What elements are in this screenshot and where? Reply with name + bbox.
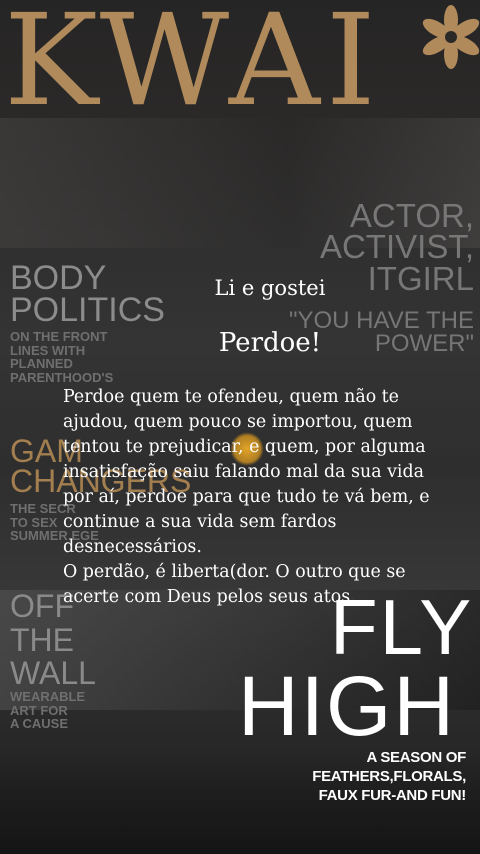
- post-paragraph-2: O perdão, é liberta(dor. O outro que se …: [63, 562, 406, 607]
- fly-high-subtext: A SEASON OF FEATHERS,FLORALS, FAUX FUR-A…: [312, 749, 466, 804]
- asterisk-flower-icon: [422, 5, 480, 69]
- off-the-wall-subtext: WEARABLE ART FOR A CAUSE: [10, 689, 86, 732]
- kwai-logo-text: KWAI: [4, 0, 382, 134]
- post-title: Perdoe!: [218, 328, 322, 358]
- high-heading: HIGH: [238, 659, 456, 753]
- post-kicker: Li e gostei: [214, 276, 326, 300]
- post-paragraph-1: Perdoe quem te ofendeu, quem não te ajud…: [63, 387, 430, 557]
- post-body: Perdoe quem te ofendeu, quem não te ajud…: [63, 385, 443, 610]
